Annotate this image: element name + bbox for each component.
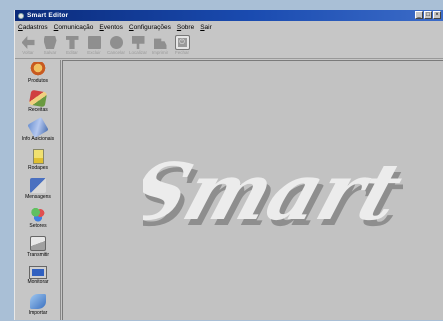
menu-bar: Cadastros Comunicação Eventos Configuraç… bbox=[15, 22, 443, 32]
toolbar-label: Fechar bbox=[174, 50, 189, 55]
sidebar-item-label: Mensagens bbox=[25, 194, 51, 200]
title-bar[interactable]: Smart Editor _ □ × bbox=[15, 10, 443, 21]
window-title: Smart Editor bbox=[27, 12, 69, 19]
toolbar-label: Voltar bbox=[22, 50, 34, 55]
square-icon bbox=[87, 36, 101, 49]
toolbar-label: Imprimir bbox=[151, 50, 169, 55]
menu-configuracoes[interactable]: Configurações bbox=[129, 24, 171, 31]
toolbar-salvar-button[interactable]: Salvar bbox=[39, 33, 61, 59]
toolbar-label: Localizar bbox=[128, 50, 147, 55]
menu-sobre[interactable]: Sobre bbox=[177, 24, 194, 31]
menu-comunicacao[interactable]: Comunicação bbox=[54, 24, 94, 31]
close-button[interactable]: × bbox=[433, 11, 441, 19]
smart-logo: Smart Smart bbox=[117, 133, 417, 253]
toolbar-localizar-button[interactable]: Localizar bbox=[127, 33, 149, 59]
workspace: Smart Smart bbox=[62, 60, 443, 320]
setores-icon bbox=[30, 207, 46, 222]
sidebar-item-monitorar[interactable]: Monitorar bbox=[15, 263, 61, 292]
logo-text: Smart bbox=[143, 146, 403, 238]
truck-icon bbox=[153, 38, 167, 49]
sidebar-item-receitas[interactable]: Receitas bbox=[15, 89, 61, 118]
sidebar-item-label: Setores bbox=[29, 223, 47, 229]
toolbar-excluir-button[interactable]: Excluir bbox=[83, 33, 105, 59]
sidebar-item-info-adicionais[interactable]: Info Adicionais bbox=[15, 117, 61, 147]
sidebar-item-label: Info Adicionais bbox=[21, 136, 55, 142]
app-window: Smart Editor _ □ × Cadastros Comunicação… bbox=[14, 10, 443, 320]
toolbar-editar-button[interactable]: Editar bbox=[61, 33, 83, 59]
toolbar: Voltar Salvar Editar Excluir Cancelar Lo… bbox=[15, 33, 443, 59]
sidebar-item-setores[interactable]: Setores bbox=[15, 205, 61, 234]
bag-icon bbox=[43, 36, 57, 49]
sidebar-item-label: Rodapes bbox=[27, 165, 48, 171]
shirt-icon bbox=[65, 36, 79, 49]
sidebar-item-label: Monitorar bbox=[27, 279, 49, 285]
sidebar-item-label: Receitas bbox=[28, 107, 48, 113]
transmitir-icon bbox=[30, 236, 46, 251]
produtos-icon bbox=[30, 62, 46, 77]
toolbar-label: Salvar bbox=[43, 50, 57, 55]
sidebar-item-label: Produtos bbox=[27, 78, 48, 84]
toolbar-imprimir-button[interactable]: Imprimir bbox=[149, 33, 171, 59]
receitas-icon bbox=[28, 89, 48, 108]
toolbar-voltar-button[interactable]: Voltar bbox=[17, 33, 39, 59]
rodapes-icon bbox=[32, 149, 44, 164]
circle-icon bbox=[109, 36, 123, 49]
menu-eventos[interactable]: Eventos bbox=[99, 24, 123, 31]
app-icon bbox=[18, 12, 24, 19]
sidebar-item-mensagens[interactable]: Mensagens bbox=[15, 176, 61, 205]
sidebar-item-label: Transmitir bbox=[26, 252, 50, 258]
sidebar-item-label: Importar bbox=[28, 310, 48, 316]
minimize-button[interactable]: _ bbox=[415, 11, 423, 19]
sidebar-item-importar[interactable]: Importar bbox=[15, 292, 61, 321]
exit-icon: ⏻ bbox=[174, 35, 190, 50]
back-arrow-icon bbox=[21, 36, 35, 49]
toolbar-cancelar-button[interactable]: Cancelar bbox=[105, 33, 127, 59]
toolbar-label: Editar bbox=[66, 50, 78, 55]
sidebar: Produtos Receitas Info Adicionais Rodape… bbox=[15, 60, 61, 320]
monitor-icon bbox=[29, 266, 47, 279]
sidebar-item-rodapes[interactable]: Rodapes bbox=[15, 147, 61, 176]
maximize-button[interactable]: □ bbox=[424, 11, 432, 19]
smart-logo-graphic: Smart Smart bbox=[117, 146, 417, 244]
menu-cadastros[interactable]: Cadastros bbox=[18, 24, 48, 31]
info-adicionais-icon bbox=[27, 117, 49, 138]
menu-sair[interactable]: Sair bbox=[200, 24, 212, 31]
flag-icon bbox=[131, 36, 145, 49]
importar-icon bbox=[30, 294, 46, 309]
sidebar-item-produtos[interactable]: Produtos bbox=[15, 60, 61, 89]
toolbar-label: Excluir bbox=[87, 50, 101, 55]
toolbar-fechar-button[interactable]: ⏻ Fechar bbox=[171, 33, 193, 59]
window-controls: _ □ × bbox=[415, 11, 441, 19]
mensagens-icon bbox=[30, 178, 46, 193]
sidebar-item-transmitir[interactable]: Transmitir bbox=[15, 234, 61, 263]
toolbar-label: Cancelar bbox=[106, 50, 125, 55]
